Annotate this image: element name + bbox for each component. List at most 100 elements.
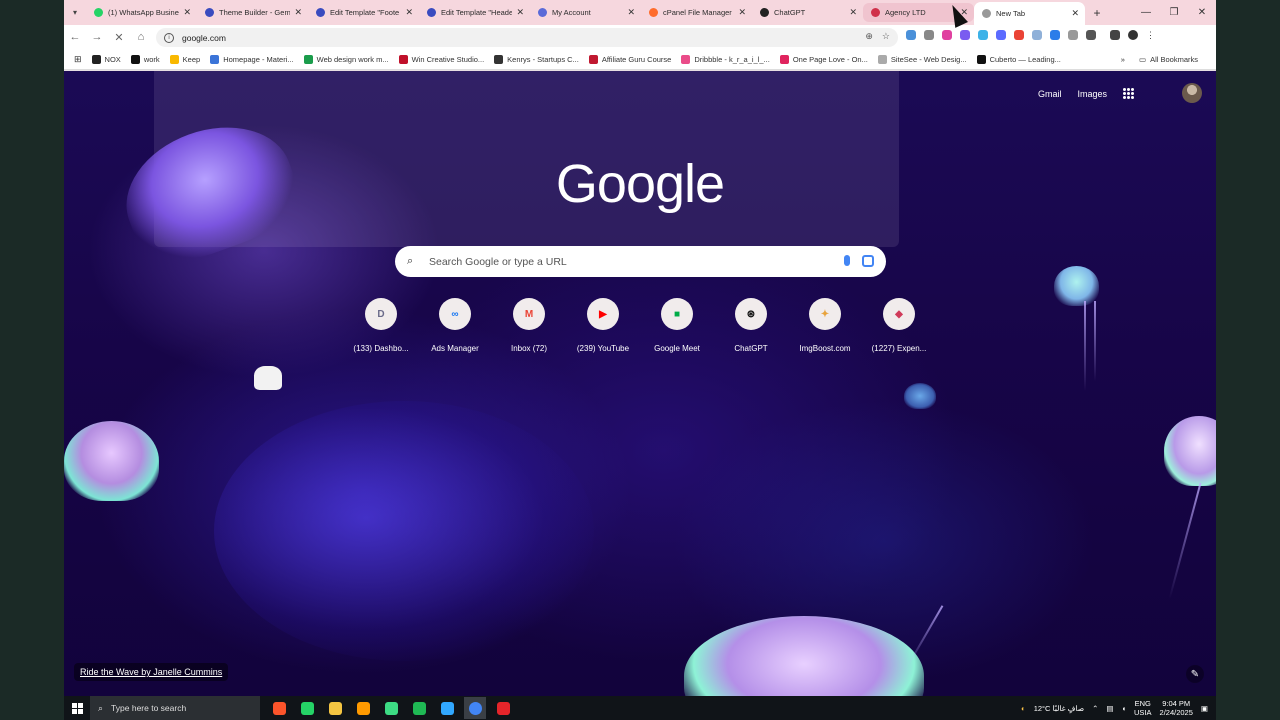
windows-start-button[interactable]: [64, 696, 90, 720]
maximize-button[interactable]: ❐: [1160, 0, 1188, 25]
new-tab-button[interactable]: +: [1085, 6, 1109, 20]
google-lens-icon[interactable]: [862, 255, 874, 267]
whatsapp-icon[interactable]: [296, 697, 318, 719]
search-box[interactable]: ⌕ Search Google or type a URL: [395, 246, 886, 277]
tab[interactable]: New Tab ✕: [974, 2, 1085, 25]
gmail-link[interactable]: Gmail: [1038, 89, 1062, 99]
weather-icon[interactable]: ◐: [1021, 704, 1026, 713]
chrome-icon[interactable]: [464, 697, 486, 719]
close-tab-icon[interactable]: ✕: [183, 7, 191, 18]
shortcut-tile[interactable]: D (133) Dashbo...: [344, 298, 418, 353]
bookmark-item[interactable]: Web design work m...: [303, 54, 389, 64]
extension-icon[interactable]: [942, 30, 952, 40]
bookmark-item[interactable]: SiteSee - Web Desig...: [877, 54, 967, 64]
bookmark-item[interactable]: work: [130, 54, 160, 64]
file-explorer-icon[interactable]: [324, 697, 346, 719]
shortcut-tile[interactable]: ■ Google Meet: [640, 298, 714, 353]
account-avatar[interactable]: [1182, 83, 1202, 103]
chevron-right-icon[interactable]: »: [1121, 55, 1125, 64]
bookmark-item[interactable]: Homepage - Materi...: [210, 54, 294, 64]
shield-icon[interactable]: [960, 30, 970, 40]
extension-icon[interactable]: [906, 30, 916, 40]
clock[interactable]: 9:04 PM 2/24/2025: [1160, 699, 1193, 717]
address-bar[interactable]: i google.com ⊕ ☆: [156, 28, 898, 47]
forward-button[interactable]: →: [86, 26, 108, 48]
bookmark-item[interactable]: Kenrys - Startups C...: [494, 54, 579, 64]
camera-icon[interactable]: [924, 30, 934, 40]
close-tab-icon[interactable]: ✕: [1071, 8, 1079, 19]
tab[interactable]: My Account ✕: [530, 0, 641, 25]
android-icon[interactable]: [380, 697, 402, 719]
bookmark-label: Affiliate Guru Course: [601, 54, 672, 64]
tab[interactable]: Edit Template "Foote ✕: [308, 0, 419, 25]
taskbar-search-box[interactable]: ⌕ Type here to search: [90, 696, 260, 720]
apps-shortcut-icon[interactable]: ⊞: [74, 54, 82, 65]
minimize-button[interactable]: —: [1132, 0, 1160, 25]
recorder-icon[interactable]: [492, 697, 514, 719]
bookmark-item[interactable]: Win Creative Studio...: [398, 54, 484, 64]
tab[interactable]: Theme Builder - Gem ✕: [197, 0, 308, 25]
translate-icon[interactable]: [996, 30, 1006, 40]
bookmark-item[interactable]: One Page Love - On...: [779, 54, 868, 64]
tab[interactable]: (1) WhatsApp Busine ✕: [86, 0, 197, 25]
puzzle-icon[interactable]: [1086, 30, 1096, 40]
network-icon[interactable]: ▤: [1106, 704, 1113, 713]
bookmarks-bar: ⊞ NOX work Keep Homepage - Materi... Web des…: [64, 49, 1216, 70]
more-menu-icon[interactable]: ⋮: [1146, 30, 1155, 40]
arrow-right-icon: →: [91, 31, 103, 43]
close-tab-icon[interactable]: ✕: [516, 7, 524, 18]
tab-search-button[interactable]: ▾: [64, 0, 86, 25]
shortcut-tile[interactable]: ⊛ ChatGPT: [714, 298, 788, 353]
tab[interactable]: Edit Template "Heade ✕: [419, 0, 530, 25]
bookmark-item[interactable]: Cuberto — Leading...: [976, 54, 1061, 64]
bookmark-item[interactable]: Affiliate Guru Course: [588, 54, 672, 64]
close-tab-icon[interactable]: ✕: [405, 7, 413, 18]
shortcut-tile[interactable]: ◆ (1227) Expen...: [862, 298, 936, 353]
microphone-icon[interactable]: [844, 255, 850, 266]
all-bookmarks-button[interactable]: ▭ All Bookmarks: [1139, 55, 1198, 64]
background-credit-link[interactable]: Ride the Wave by Janelle Cummins: [74, 663, 229, 681]
language-indicator[interactable]: ENG USIA: [1134, 699, 1152, 717]
home-button[interactable]: ⌂: [130, 26, 152, 48]
extension-icon[interactable]: [978, 30, 988, 40]
download-icon[interactable]: [1110, 30, 1120, 40]
close-tab-icon[interactable]: ✕: [627, 7, 635, 18]
bookmark-item[interactable]: Keep: [169, 54, 200, 64]
star-icon[interactable]: ☆: [882, 31, 890, 42]
camtasia-icon[interactable]: [408, 697, 430, 719]
volume-icon[interactable]: ◖: [1121, 704, 1126, 713]
images-link[interactable]: Images: [1077, 89, 1107, 99]
close-tab-icon[interactable]: ✕: [738, 7, 746, 18]
close-window-button[interactable]: ✕: [1188, 0, 1216, 25]
illustrator-icon[interactable]: [352, 697, 374, 719]
site-info-icon[interactable]: i: [164, 32, 174, 43]
close-tab-icon[interactable]: ✕: [849, 7, 857, 18]
stop-button[interactable]: ✕: [108, 26, 130, 48]
customize-pencil-icon[interactable]: ✎: [1186, 665, 1204, 683]
bookmark-item[interactable]: NOX: [91, 54, 121, 64]
weather-text[interactable]: 12°C صافٍ غالبًا: [1034, 704, 1084, 713]
shortcut-tile[interactable]: ▶ (239) YouTube: [566, 298, 640, 353]
shortcut-label: ImgBoost.com: [799, 344, 851, 353]
profile-avatar[interactable]: [1128, 30, 1138, 40]
notifications-icon[interactable]: ▣: [1201, 704, 1208, 713]
shortcut-tile[interactable]: ∞ Ads Manager: [418, 298, 492, 353]
bookmark-item[interactable]: Dribbble - k_r_a_i_l_...: [681, 54, 770, 64]
chevron-up-icon[interactable]: ⌃: [1092, 704, 1098, 713]
extension-icon[interactable]: [1014, 30, 1024, 40]
extension-icon[interactable]: [1032, 30, 1042, 40]
shortcut-icon: M: [513, 298, 545, 330]
photoshop-icon[interactable]: [436, 697, 458, 719]
brave-icon[interactable]: [268, 697, 290, 719]
shortcut-tile[interactable]: M Inbox (72): [492, 298, 566, 353]
tab[interactable]: ChatGPT ✕: [752, 0, 863, 25]
extension-icon[interactable]: [1050, 30, 1060, 40]
zoom-icon[interactable]: ⊕: [865, 31, 873, 42]
shortcut-tile[interactable]: ✦ ImgBoost.com: [788, 298, 862, 353]
google-apps-icon[interactable]: [1123, 88, 1134, 99]
tab[interactable]: cPanel File Manager ✕: [641, 0, 752, 25]
extension-icon[interactable]: [1068, 30, 1078, 40]
close-tab-icon[interactable]: ✕: [294, 7, 302, 18]
taskbar-search-placeholder: Type here to search: [111, 703, 187, 713]
back-button[interactable]: ←: [64, 26, 86, 48]
